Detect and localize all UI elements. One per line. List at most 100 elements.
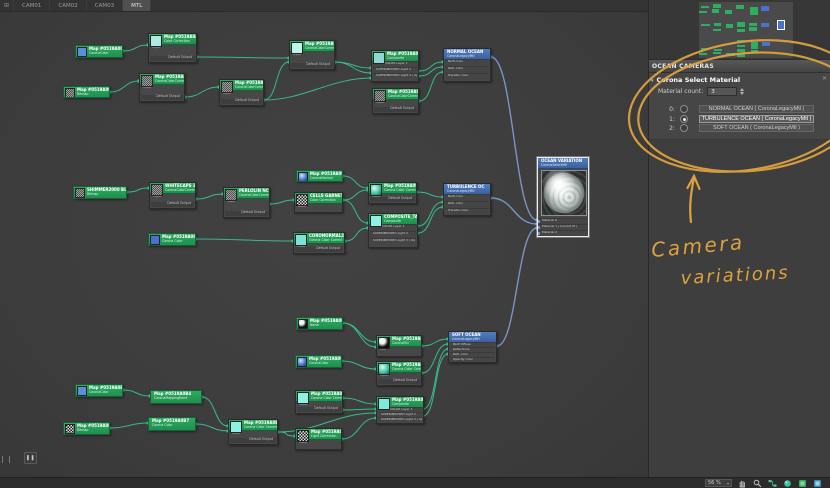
graph-node[interactable]: Map #0519A05LCoronaColorCorrectInputDefa… xyxy=(289,40,335,70)
rollout-collapse-icon[interactable]: ▾ xyxy=(651,78,654,84)
graph-node[interactable]: Map #0519A0051CoronaColorCorrectInputDef… xyxy=(219,79,264,106)
graph-node[interactable]: Map #0519A0C7CoronaColor xyxy=(295,355,342,368)
graph-node[interactable]: NORMAL OCEANCoronaLegacyMtlBsdf colorRef… xyxy=(443,48,491,82)
graph-node[interactable]: Map #0519A0BLCorona Color CorrectInputDe… xyxy=(228,419,278,445)
pause-updates-button[interactable]: ❚❚ xyxy=(24,452,37,464)
render-preview-button[interactable] xyxy=(782,478,792,488)
graph-node[interactable]: WHITECAPS 2000CoronaColorCorrectInputDef… xyxy=(149,182,196,209)
material-count-spinner[interactable] xyxy=(738,88,746,96)
graph-node[interactable]: Map #0519A099CoronaNormal xyxy=(296,170,343,182)
node-slot-row[interactable]: Opacity color xyxy=(450,357,495,362)
graph-node[interactable]: Map #0519A09LCorona Color CorrectInputDe… xyxy=(368,182,417,204)
material-radio-1[interactable] xyxy=(680,115,688,123)
graph-node[interactable]: Map #0519A05CCompositeBASE COLOR Layer 1… xyxy=(371,50,419,82)
material-radio-2[interactable] xyxy=(680,124,688,132)
node-subtitle: CoronaSelectMtl xyxy=(541,164,567,168)
zoom-level-dropdown[interactable]: 56 % ▾ xyxy=(705,479,732,487)
material-button-0[interactable]: NORMAL OCEAN ( CoronaLegacyMtl ) xyxy=(699,105,814,113)
zoom-tool-button[interactable] xyxy=(752,478,762,488)
node-output-label[interactable]: Default Output xyxy=(370,197,415,202)
node-slot-row[interactable]: SUPERIMPOSED Light 2 xyxy=(370,231,416,238)
minimap-node xyxy=(701,24,710,26)
graph-node[interactable]: Map #0519A0042CoronaColor xyxy=(75,45,123,58)
node-output-label[interactable]: Default Output xyxy=(230,438,276,443)
graph-node[interactable]: Map #0519A0D7Light CorrectionInput xyxy=(295,428,342,450)
minimap-node xyxy=(699,11,707,13)
node-slot-row[interactable]: SUPERIMPOSED Light 3 ( Op xyxy=(373,73,417,79)
panel-title-bar[interactable]: OCEAN CAMERAS xyxy=(649,60,830,73)
material-button-2[interactable]: SOFT OCEAN ( CoronaLegacyMtl ) xyxy=(699,124,814,132)
material-radio-0[interactable] xyxy=(680,105,688,113)
graph-node[interactable]: TURBULENCE OCCoronaLegacyMtlBsdf colorRe… xyxy=(443,183,491,216)
graph-node[interactable]: Map #0519A060CoronaColorCorrectInputDefa… xyxy=(372,88,419,114)
node-output-label[interactable]: Default Output xyxy=(221,99,262,104)
node-output-label[interactable]: Default Output xyxy=(151,202,194,207)
graph-node[interactable]: Map #0519A0B4CoronaMappingRand xyxy=(150,390,202,404)
close-icon[interactable]: ✕ xyxy=(822,75,827,82)
minimap-node xyxy=(751,45,758,48)
node-slot-row[interactable]: SUPERIMPOSED Light 3 ( Op xyxy=(370,238,416,245)
minimap-node xyxy=(701,6,709,8)
graph-node[interactable]: COMPOSITE_TABCompositeBASE COLOR Layer 1… xyxy=(368,213,418,248)
node-slot-row[interactable]: Refl. color xyxy=(445,66,489,73)
graph-node[interactable]: Map #0519A04LColor CorrectionInputDefaul… xyxy=(148,33,197,63)
graph-node[interactable]: PERLOLIN NCCoronaColorCorrectInputDefaul… xyxy=(223,187,270,218)
graph-node[interactable]: Map #0519A0049Bitmap xyxy=(63,86,110,98)
node-output-label[interactable]: Default Output xyxy=(297,407,341,412)
material-button-1[interactable]: TURBULENCE OCEAN ( CoronaLegacyMtl ) xyxy=(699,115,814,123)
node-output-label[interactable]: Default Output xyxy=(295,247,343,252)
graph-node[interactable]: CELLS GARNETColor CorrectionBasic xyxy=(294,192,343,213)
node-output-label[interactable]: Default Output xyxy=(141,95,183,100)
node-layer: Map #0519A0042CoronaColor Map #0519A04LCo… xyxy=(0,0,648,477)
node-thumbnail xyxy=(378,337,390,349)
graph-node[interactable]: Map #0519A0047CoronaColorCorrectInputDef… xyxy=(139,73,185,102)
minimap-node xyxy=(699,53,707,55)
slot-dot[interactable] xyxy=(537,232,540,235)
graph-node[interactable]: Map #0519A0B5Bitmap xyxy=(63,422,110,435)
graph-node[interactable]: Map #0519A0807Corona Color xyxy=(148,233,196,246)
material-count-field[interactable]: 3 xyxy=(707,87,737,96)
spinner-up-icon[interactable] xyxy=(740,88,744,91)
rollout-header[interactable]: ▾Corona Select Material xyxy=(651,76,829,86)
graph-node[interactable]: Map #0519A0C5CoronaMixMix xyxy=(376,335,422,357)
graph-node[interactable]: SOFT OCEANCoronaLegacyMtlBsdf diffuseRef… xyxy=(448,331,497,363)
node-slot-row[interactable]: Transfer color xyxy=(445,208,489,215)
minimap-node xyxy=(725,10,732,13)
node-thumbnail xyxy=(77,386,87,396)
node-output-label[interactable]: Default Output xyxy=(150,56,195,61)
node-output-label[interactable]: Default Output xyxy=(378,379,420,384)
graph-node[interactable]: Map #0519A0B2CoronaColor xyxy=(75,384,123,397)
graph-node[interactable]: Map #0519A0D5CompositeBASE COLOR Layer 1… xyxy=(376,396,424,424)
graph-node[interactable]: OCEAN VARIATIONCoronaSelectMtlMaterial 0… xyxy=(537,157,589,237)
magnifier-icon xyxy=(753,479,762,488)
navigator-minimap[interactable] xyxy=(699,2,793,58)
graph-node[interactable]: CORONORMAL2000Corona Color CorrectInputD… xyxy=(293,232,345,254)
slot-dot[interactable] xyxy=(537,220,540,223)
node-slot-row[interactable]: Transfer color xyxy=(445,73,489,80)
node-slot-row[interactable]: Bsdf color xyxy=(445,194,489,201)
graph-node[interactable]: Map #0519A0CLCorona Color CorrectInputDe… xyxy=(376,361,422,386)
node-slot-row[interactable]: Refl. color xyxy=(445,201,489,208)
node-output-label[interactable]: Default Output xyxy=(374,107,417,112)
pan-tool-button[interactable] xyxy=(737,478,747,488)
graph-node[interactable]: Map #0519A0D2Corona Color CorrectInputDe… xyxy=(295,390,343,414)
node-slot-row[interactable]: Material 2 xyxy=(539,230,587,236)
node-slot-row[interactable]: Bsdf color xyxy=(445,59,489,66)
minimap-node xyxy=(737,29,745,32)
slot-dot[interactable] xyxy=(537,226,540,229)
material-library-button[interactable] xyxy=(797,478,807,488)
node-subtitle: CoronaColorCorrect xyxy=(239,194,270,198)
graph-node[interactable]: Map #0519A0C2Noise xyxy=(296,317,343,330)
panel-grip-icon[interactable] xyxy=(2,456,10,463)
node-output-label[interactable]: Default Output xyxy=(225,211,268,216)
node-output-label[interactable]: Default Output xyxy=(291,63,333,68)
node-slot-row[interactable]: SUPERIMPOSED Light 3 ( Op xyxy=(378,417,422,422)
spinner-down-icon[interactable] xyxy=(740,92,744,95)
node-thumbnail xyxy=(297,357,307,367)
connect-nodes-button[interactable] xyxy=(767,478,777,488)
node-graph-canvas[interactable]: Map #0519A0042CoronaColor Map #0519A04LCo… xyxy=(0,12,648,477)
graph-node[interactable]: SHIMMER2000 BLKBitmap xyxy=(73,186,127,199)
options-button[interactable] xyxy=(812,478,822,488)
graph-node[interactable]: Map #0519A0B7Corona Color xyxy=(148,417,196,431)
minimap-node xyxy=(737,40,745,42)
